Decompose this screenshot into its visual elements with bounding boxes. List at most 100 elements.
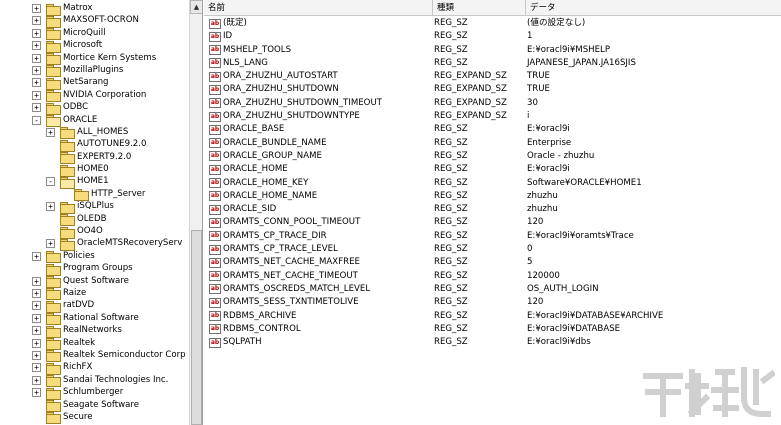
tree-item[interactable]: + Policies xyxy=(0,250,189,264)
value-row[interactable]: ab ORACLE_HOME_KEY REG_SZ Software¥ORACLE¥H… xyxy=(204,177,781,190)
value-row[interactable]: ab ORAMTS_CP_TRACE_LEVEL REG_SZ 0 xyxy=(204,243,781,256)
tree-item[interactable]: + Sandai Technologies Inc. xyxy=(0,374,189,388)
tree-item[interactable]: + RealNetworks xyxy=(0,324,189,338)
tree-item[interactable]: Secure xyxy=(0,411,189,425)
tree-item[interactable]: HOME0 xyxy=(0,163,189,177)
expand-plus-icon[interactable]: + xyxy=(46,239,55,249)
expand-plus-icon[interactable]: + xyxy=(32,78,41,88)
value-row[interactable]: ab ORACLE_HOME REG_SZ E:¥oracl9i xyxy=(204,163,781,176)
value-row[interactable]: ab ORACLE_BUNDLE_NAME REG_SZ Enterprise xyxy=(204,137,781,150)
collapse-minus-icon[interactable]: - xyxy=(32,115,41,125)
expand-plus-icon[interactable]: + xyxy=(32,65,41,75)
tree-item[interactable]: + MozillaPlugins xyxy=(0,64,189,78)
string-value-icon: ab xyxy=(209,297,221,308)
tree-item[interactable]: + OracleMTSRecoveryServ xyxy=(0,237,189,251)
tree-item[interactable]: + RichFX xyxy=(0,361,189,375)
column-header-type[interactable]: 種類 xyxy=(433,0,526,16)
expand-plus-icon[interactable]: + xyxy=(32,28,41,38)
expand-plus-icon[interactable]: + xyxy=(32,53,41,63)
tree-item[interactable]: HTTP_Server xyxy=(0,188,189,202)
value-row[interactable]: ab NLS_LANG REG_SZ JAPANESE_JAPAN.JA16SJIS xyxy=(204,57,781,70)
expand-plus-icon[interactable]: + xyxy=(46,127,55,137)
tree-item[interactable]: Seagate Software xyxy=(0,399,189,412)
expand-plus-icon[interactable]: + xyxy=(32,276,41,286)
scroll-up-arrow-icon[interactable]: ▲ xyxy=(190,0,202,14)
value-row[interactable]: ab (既定) REG_SZ (値の設定なし) xyxy=(204,17,781,30)
value-row[interactable]: ab ORA_ZHUZHU_SHUTDOWNTYPE REG_EXPAND_SZ i xyxy=(204,110,781,123)
scrollbar-thumb[interactable] xyxy=(191,230,202,425)
folder-icon xyxy=(46,3,61,16)
tree-item[interactable]: Program Groups xyxy=(0,262,189,276)
folder-icon xyxy=(60,226,75,239)
expand-plus-icon[interactable]: + xyxy=(32,363,41,373)
tree-item[interactable]: + iSQLPlus xyxy=(0,200,189,214)
value-name: ORACLE_GROUP_NAME xyxy=(223,150,322,161)
tree-item[interactable]: - HOME1 xyxy=(0,175,189,189)
value-row[interactable]: ab RDBMS_CONTROL REG_SZ E:¥oracl9i¥DATABASE xyxy=(204,323,781,336)
value-row[interactable]: ab SQLPATH REG_SZ E:¥oracl9i¥dbs xyxy=(204,336,781,349)
value-row[interactable]: ab ORACLE_BASE REG_SZ E:¥oracl9i xyxy=(204,123,781,136)
value-row[interactable]: ab ORAMTS_NET_CACHE_MAXFREE REG_SZ 5 xyxy=(204,256,781,269)
tree-item[interactable]: + ODBC xyxy=(0,101,189,115)
value-row[interactable]: ab MSHELP_TOOLS REG_SZ E:¥oracl9i¥MSHELP xyxy=(204,44,781,57)
tree-item[interactable]: AUTOTUNE9.2.0 xyxy=(0,138,189,152)
tree-item[interactable]: + Raize xyxy=(0,287,189,301)
tree-item[interactable]: + Realtek xyxy=(0,337,189,351)
value-name: ORA_ZHUZHU_SHUTDOWNTYPE xyxy=(223,111,360,122)
tree-item[interactable]: + Microsoft xyxy=(0,39,189,53)
column-header-data[interactable]: データ xyxy=(526,0,781,16)
expand-plus-icon[interactable]: + xyxy=(32,388,41,398)
value-row[interactable]: ab ID REG_SZ 1 xyxy=(204,30,781,43)
collapse-minus-icon[interactable]: - xyxy=(46,177,55,187)
value-row[interactable]: ab ORAMTS_NET_CACHE_TIMEOUT REG_SZ 120000 xyxy=(204,270,781,283)
tree-item[interactable]: + NVIDIA Corporation xyxy=(0,89,189,103)
value-data: E:¥oracl9i¥DATABASE xyxy=(527,323,621,334)
tree-item[interactable]: + Mortice Kern Systems xyxy=(0,52,189,66)
expand-plus-icon[interactable]: + xyxy=(32,251,41,261)
expand-plus-icon[interactable]: + xyxy=(32,103,41,113)
tree-item[interactable]: + Quest Software xyxy=(0,275,189,289)
tree-item[interactable]: + MAXSOFT-OCRON xyxy=(0,14,189,28)
value-row[interactable]: ab ORAMTS_OSCREDS_MATCH_LEVEL REG_SZ OS_AUT… xyxy=(204,283,781,296)
value-row[interactable]: ab ORA_ZHUZHU_AUTOSTART REG_EXPAND_SZ TRUE xyxy=(204,70,781,83)
value-row[interactable]: ab ORACLE_HOME_NAME REG_SZ zhuzhu xyxy=(204,190,781,203)
tree-item[interactable]: + ALL_HOMES xyxy=(0,126,189,140)
column-header-name[interactable]: 名前 xyxy=(204,0,433,16)
value-row[interactable]: ab ORACLE_SID REG_SZ zhuzhu xyxy=(204,203,781,216)
value-row[interactable]: ab ORAMTS_SESS_TXNTIMETOLIVE REG_SZ 120 xyxy=(204,296,781,309)
value-row[interactable]: ab ORAMTS_CONN_POOL_TIMEOUT REG_SZ 120 xyxy=(204,216,781,229)
expand-plus-icon[interactable]: + xyxy=(46,202,55,212)
expand-plus-icon[interactable]: + xyxy=(32,4,41,13)
expand-plus-icon[interactable]: + xyxy=(32,375,41,385)
tree-item[interactable]: + Matrox xyxy=(0,2,189,16)
expand-plus-icon[interactable]: + xyxy=(32,301,41,311)
value-row[interactable]: ab ORA_ZHUZHU_SHUTDOWN_TIMEOUT REG_EXPAND_… xyxy=(204,97,781,110)
expand-plus-icon[interactable]: + xyxy=(32,41,41,51)
tree-item[interactable]: + Rational Software xyxy=(0,312,189,326)
tree-item[interactable]: EXPERT9.2.0 xyxy=(0,151,189,165)
tree-item[interactable]: + ratDVD xyxy=(0,299,189,313)
value-row[interactable]: ab RDBMS_ARCHIVE REG_SZ E:¥oracl9i¥DATABASE… xyxy=(204,310,781,323)
expand-plus-icon[interactable]: + xyxy=(32,350,41,360)
value-type: REG_SZ xyxy=(434,310,468,321)
expand-plus-icon[interactable]: + xyxy=(32,313,41,323)
tree-item[interactable]: + NetSarang xyxy=(0,76,189,90)
expand-plus-icon[interactable]: + xyxy=(32,338,41,348)
tree-item[interactable]: OO4O xyxy=(0,225,189,239)
registry-key-tree[interactable]: + Matrox + MAXSOFT-OCRON + MicroQuill + Microso… xyxy=(0,0,203,425)
tree-item[interactable]: + Schlumberger xyxy=(0,386,189,400)
expand-plus-icon[interactable]: + xyxy=(32,288,41,298)
expand-plus-icon[interactable]: + xyxy=(32,16,41,26)
value-row[interactable]: ab ORACLE_GROUP_NAME REG_SZ Oracle - zhuzhu xyxy=(204,150,781,163)
tree-vertical-scrollbar[interactable]: ▲ xyxy=(189,0,202,425)
tree-item-label: Policies xyxy=(63,250,95,261)
tree-item[interactable]: + MicroQuill xyxy=(0,27,189,41)
value-row[interactable]: ab ORA_ZHUZHU_SHUTDOWN REG_EXPAND_SZ TRUE xyxy=(204,83,781,96)
value-row[interactable]: ab ORAMTS_CP_TRACE_DIR REG_SZ E:¥oracl9i¥or… xyxy=(204,230,781,243)
tree-item[interactable]: + Realtek Semiconductor Corp xyxy=(0,349,189,363)
tree-item[interactable]: - ORACLE xyxy=(0,114,189,128)
expand-plus-icon[interactable]: + xyxy=(32,326,41,336)
string-value-icon: ab xyxy=(209,178,221,189)
expand-plus-icon[interactable]: + xyxy=(32,90,41,100)
tree-item[interactable]: OLEDB xyxy=(0,213,189,227)
